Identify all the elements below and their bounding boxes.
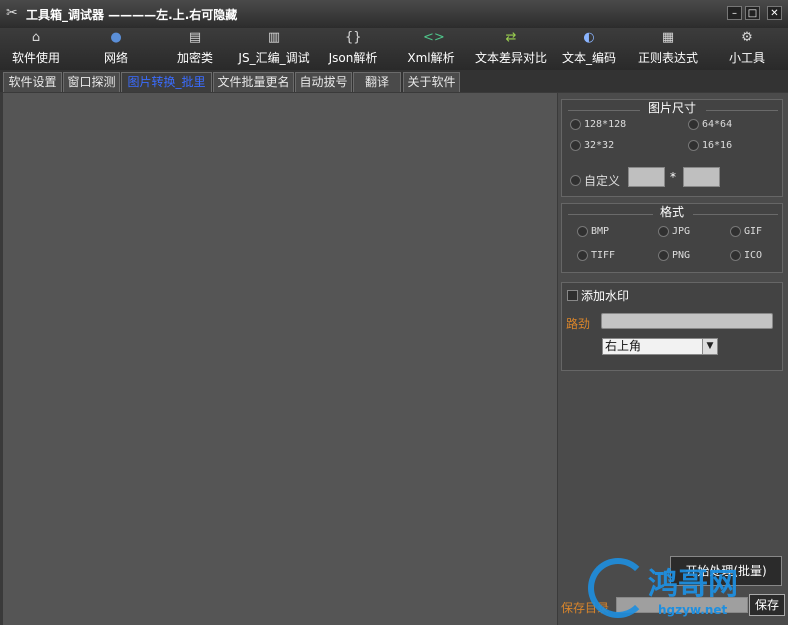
radio-size-32[interactable]: 32*32 bbox=[570, 140, 614, 151]
gear-icon: ⚙ bbox=[741, 30, 753, 45]
radio-dot bbox=[688, 140, 699, 151]
radio-size-64[interactable]: 64*64 bbox=[688, 119, 732, 130]
radio-label: JPG bbox=[672, 226, 691, 237]
tab-about[interactable]: 关于软件 bbox=[403, 72, 460, 92]
watermark-path-input[interactable] bbox=[601, 313, 773, 329]
toolbar-label: 网络 bbox=[103, 51, 128, 65]
radio-size-custom[interactable]: 自定义 bbox=[570, 172, 620, 189]
radio-label: TIFF bbox=[591, 250, 616, 261]
format-group-title: 格式 bbox=[659, 205, 684, 219]
toolbar-network[interactable]: ● 网络 bbox=[98, 30, 134, 68]
tab-translate[interactable]: 翻译 bbox=[353, 72, 401, 92]
toolbar-label: 加密类 bbox=[176, 51, 213, 65]
tab-software-settings[interactable]: 软件设置 bbox=[3, 72, 62, 92]
title-bar: ✂ 工具箱_调试器 ————左.上.右可隐藏 – □ ✕ bbox=[0, 0, 788, 29]
image-preview-area[interactable] bbox=[3, 93, 557, 625]
maximize-button[interactable]: □ bbox=[745, 6, 760, 20]
toolbar-label: 小工具 bbox=[728, 51, 765, 65]
size-group: 图片尺寸 128*128 64*64 32*32 16*16 自定义 * bbox=[561, 99, 783, 197]
toolbar-xml[interactable]: <> Xml解析 bbox=[406, 30, 456, 68]
size-group-title: 图片尺寸 bbox=[647, 101, 696, 115]
watermark-group: 添加水印 路劲 右上角 ▼ bbox=[561, 282, 783, 371]
tab-image-convert[interactable]: 图片转换_批里 bbox=[121, 72, 212, 92]
radio-dot bbox=[658, 226, 669, 237]
toolbar-label: 正则表达式 bbox=[637, 51, 698, 65]
toolbar-label: JS_汇编_调试 bbox=[238, 51, 310, 65]
diff-icon: ⇄ bbox=[505, 30, 517, 45]
radio-label: ICO bbox=[744, 250, 763, 261]
radio-format-bmp[interactable]: BMP bbox=[577, 226, 609, 237]
encode-icon: ◐ bbox=[583, 30, 595, 45]
radio-dot bbox=[577, 226, 588, 237]
radio-dot bbox=[730, 226, 741, 237]
toolbar-regex[interactable]: ▦ 正则表达式 bbox=[636, 30, 700, 68]
radio-label: 64*64 bbox=[702, 119, 733, 130]
radio-label: BMP bbox=[591, 226, 610, 237]
site-url-text: hgzyw.net bbox=[658, 603, 728, 617]
radio-format-png[interactable]: PNG bbox=[658, 250, 690, 261]
window-title: 工具箱_调试器 ————左.上.右可隐藏 bbox=[26, 8, 238, 22]
radio-dot bbox=[577, 250, 588, 261]
site-logo-icon bbox=[588, 558, 648, 618]
radio-dot bbox=[730, 250, 741, 261]
minimize-button[interactable]: – bbox=[727, 6, 742, 20]
custom-size-separator: * bbox=[670, 170, 676, 184]
radio-label: 32*32 bbox=[584, 140, 615, 151]
custom-height-input[interactable] bbox=[683, 167, 720, 187]
lock-icon: ▤ bbox=[188, 30, 202, 45]
toolbar-encoding[interactable]: ◐ 文本_编码 bbox=[560, 30, 618, 68]
toolbar: ⌂ 软件使用 ● 网络 ▤ 加密类 ▥ JS_汇编_调试 {} Json解析 <… bbox=[0, 28, 788, 70]
globe-icon: ● bbox=[110, 30, 122, 45]
tab-auto-dial[interactable]: 自动拔号 bbox=[295, 72, 352, 92]
chevron-down-icon[interactable]: ▼ bbox=[702, 338, 718, 355]
watermark-position-select[interactable]: 右上角 bbox=[602, 338, 718, 355]
toolbar-encryption[interactable]: ▤ 加密类 bbox=[174, 30, 216, 68]
toolbar-label: Json解析 bbox=[328, 51, 378, 65]
app-icon: ✂ bbox=[6, 5, 18, 21]
toolbar-label: 软件使用 bbox=[11, 51, 60, 65]
tab-batch-rename[interactable]: 文件批量更名 bbox=[213, 72, 294, 92]
radio-dot bbox=[570, 175, 581, 186]
site-brand-text: 鸿哥网 bbox=[648, 567, 738, 602]
radio-dot bbox=[570, 140, 581, 151]
radio-label: PNG bbox=[672, 250, 691, 261]
toolbar-js-debug[interactable]: ▥ JS_汇编_调试 bbox=[236, 30, 312, 68]
custom-width-input[interactable] bbox=[628, 167, 665, 187]
radio-label: 自定义 bbox=[584, 174, 621, 188]
braces-icon: {} bbox=[345, 30, 362, 45]
format-group: 格式 BMP JPG GIF TIFF PNG ICO bbox=[561, 203, 783, 273]
toolbar-diff[interactable]: ⇄ 文本差异对比 bbox=[472, 30, 550, 68]
radio-dot bbox=[688, 119, 699, 130]
radio-size-16[interactable]: 16*16 bbox=[688, 140, 732, 151]
toolbar-json[interactable]: {} Json解析 bbox=[326, 30, 380, 68]
radio-label: 128*128 bbox=[584, 119, 627, 130]
camera-icon: ⌂ bbox=[31, 30, 41, 45]
radio-format-ico[interactable]: ICO bbox=[730, 250, 762, 261]
radio-label: 16*16 bbox=[702, 140, 733, 151]
checkbox-box bbox=[567, 290, 578, 301]
radio-label: GIF bbox=[744, 226, 763, 237]
watermark-checkbox-label: 添加水印 bbox=[581, 289, 630, 303]
radio-format-gif[interactable]: GIF bbox=[730, 226, 762, 237]
code-icon: <> bbox=[423, 30, 445, 45]
watermark-checkbox[interactable]: 添加水印 bbox=[567, 287, 629, 304]
settings-panel: 图片尺寸 128*128 64*64 32*32 16*16 自定义 * 格式 … bbox=[558, 93, 788, 625]
toolbar-label: 文本差异对比 bbox=[474, 51, 547, 65]
radio-dot bbox=[658, 250, 669, 261]
tab-strip: 软件设置 窗口探测 图片转换_批里 文件批量更名 自动拔号 翻译 关于软件 bbox=[0, 70, 788, 92]
watermark-path-label: 路劲 bbox=[566, 317, 591, 331]
toolbar-small-tools[interactable]: ⚙ 小工具 bbox=[726, 30, 768, 68]
radio-format-tiff[interactable]: TIFF bbox=[577, 250, 615, 261]
radio-size-128[interactable]: 128*128 bbox=[570, 119, 626, 130]
save-button[interactable]: 保存 bbox=[749, 594, 785, 616]
toolbar-software-usage[interactable]: ⌂ 软件使用 bbox=[8, 30, 64, 68]
tab-window-probe[interactable]: 窗口探测 bbox=[63, 72, 120, 92]
document-icon: ▦ bbox=[661, 30, 675, 45]
toolbar-label: 文本_编码 bbox=[561, 51, 616, 65]
radio-dot bbox=[570, 119, 581, 130]
radio-format-jpg[interactable]: JPG bbox=[658, 226, 690, 237]
toolbar-label: Xml解析 bbox=[407, 51, 455, 65]
close-button[interactable]: ✕ bbox=[767, 6, 782, 20]
script-icon: ▥ bbox=[267, 30, 281, 45]
